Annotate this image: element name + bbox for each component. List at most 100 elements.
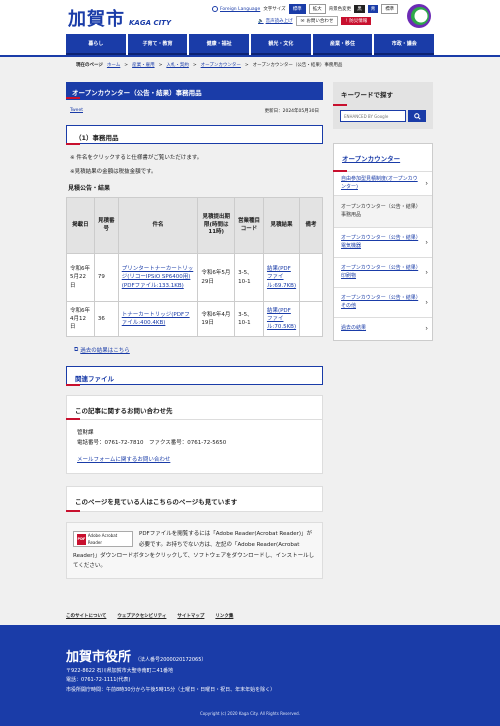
nav-living[interactable]: 暮らし (66, 34, 126, 56)
open-counter-menu-title[interactable]: オープンカウンター (333, 144, 432, 172)
adobe-reader-badge-label: Adobe Acrobat Reader (87, 532, 118, 546)
col-number: 見積番号 (93, 197, 119, 254)
sidebar-item-office-supplies[interactable]: オープンカウンター（公告・結果）事務用品 (334, 196, 432, 228)
site-header: 加賀市 KAGA CITY Foreign Language 文字サイズ 標準 … (0, 0, 500, 34)
footer-link-sitemap[interactable]: サイトマップ (177, 613, 204, 619)
color-black-button[interactable]: 黒 (354, 5, 365, 13)
sidebar-item-printed-matter[interactable]: オープンカウンター（公告・結果）印刷物 › (334, 258, 432, 288)
search-button[interactable] (408, 110, 426, 122)
city-hall-name: 加賀市役所 (66, 650, 132, 665)
section-heading-label: （1）事務用品 (75, 134, 119, 142)
chevron-right-icon: › (425, 268, 428, 277)
cell-code: 3-5、10-1 (234, 253, 264, 302)
nav-divider (0, 55, 500, 57)
main-content: オープンカウンター（公告・結果）事務用品 Tweet 更新日：2024年05月3… (66, 82, 323, 580)
section-heading-office-supplies: （1）事務用品 (66, 125, 323, 145)
search-input[interactable] (340, 110, 407, 122)
table-subheading: 見積公告・結果 (68, 185, 111, 192)
inquiry-title: この記事に関するお問い合わせ先 (66, 396, 322, 420)
cell-result: 結果(PDFファイル:69.7KB) (262, 253, 301, 302)
foreign-language-link[interactable]: Foreign Language (212, 6, 260, 12)
color-change-label: 背景色変更 (328, 7, 352, 12)
sidebar-item-past-results[interactable]: 過去の結果 › (334, 318, 432, 340)
related-files-label: 関連ファイル (75, 375, 114, 383)
search-icon (413, 112, 421, 120)
font-size-large-button[interactable]: 拡大 (308, 4, 326, 14)
footer-phone: 電話：0761-72-1111(代表) (66, 677, 131, 684)
nav-tourism[interactable]: 観光・文化 (251, 34, 311, 56)
sidebar-item-electrical[interactable]: オープンカウンター（公告・結果）電気機器 › (334, 228, 432, 258)
footer-org-name: 加賀市役所 （法人番号2000020172065） (66, 646, 206, 665)
emergency-info-button[interactable]: ! 防災情報 (341, 17, 372, 25)
heading-accent (333, 104, 347, 106)
breadcrumb-current-label: 現在のページ (76, 63, 103, 68)
open-counter-menu: オープンカウンター 自由参加型見積制度(オープンカウンター) › オープンカウン… (333, 143, 433, 341)
footer-link-accessibility[interactable]: ウェブアクセシビリティ (117, 613, 166, 619)
keyword-search-label: キーワードで探す (341, 91, 393, 99)
emergency-label: 防災情報 (349, 19, 368, 24)
breadcrumb-home[interactable]: ホーム (107, 62, 120, 68)
search-form (333, 106, 433, 129)
inquiry-button[interactable]: ✉ お問い合わせ (295, 16, 339, 26)
inquiry-phone-fax: 電話番号：0761-72-7810 ファクス番号：0761-72-5650 (77, 440, 227, 447)
footer-links: このサイトについて ウェブアクセシビリティ サイトマップ リンク集 (66, 613, 233, 619)
color-standard-button[interactable]: 標準 (381, 4, 399, 14)
sidebar-item-label: オープンカウンター（公告・結果）電気機器 (341, 234, 419, 249)
spec-pdf-link[interactable]: プリンタートナーカートリッジ(リコーIPSiO SP6400用)(PDFファイル… (122, 266, 194, 289)
heading-accent (66, 143, 80, 145)
cell-deadline: 令和6年4月19日 (197, 301, 236, 337)
past-results: ⧉ 過去の結果はこちら (66, 346, 323, 354)
sidebar-item-other[interactable]: オープンカウンター（公告・結果）その他 › (334, 288, 432, 318)
heading-accent (66, 510, 80, 513)
mail-icon: ✉ (300, 18, 305, 24)
past-results-link[interactable]: 過去の結果はこちら (80, 346, 130, 354)
cell-deadline: 令和6年5月29日 (197, 253, 236, 302)
heading-accent (66, 418, 80, 420)
spec-pdf-link[interactable]: トナーカートリッジ(PDFファイル:400.4KB) (122, 312, 190, 326)
result-pdf-link[interactable]: 結果(PDFファイル:70.5KB) (267, 308, 296, 331)
pdf-reader-notice: PDF Adobe Acrobat Reader PDFファイルを閲覧するには「… (66, 522, 323, 580)
site-logo[interactable]: 加賀市 KAGA CITY (68, 5, 171, 31)
cell-number: 79 (93, 253, 119, 302)
table-row: 令和6年4月12日 36 トナーカートリッジ(PDFファイル:400.4KB) … (66, 301, 323, 337)
results-table: 掲載日 見積番号 件名 見積提出期限(時間は11時) 営業種目コード 見積結果 … (66, 197, 323, 337)
pdf-icon: PDF (77, 533, 86, 545)
global-nav: 暮らし 子育て・教育 健康・福祉 観光・文化 産業・移住 市政・議会 (0, 34, 500, 56)
col-date: 掲載日 (66, 197, 95, 254)
chevron-right-icon: › (425, 238, 428, 247)
col-result: 見積結果 (262, 197, 301, 254)
nav-city-government[interactable]: 市政・議会 (374, 34, 435, 56)
font-size-standard-button[interactable]: 標準 (288, 4, 306, 14)
color-blue-button[interactable]: 青 (367, 5, 379, 13)
nav-childcare[interactable]: 子育て・教育 (127, 34, 188, 56)
cell-result: 結果(PDFファイル:70.5KB) (262, 301, 301, 337)
related-files-heading: 関連ファイル (66, 366, 323, 386)
adobe-reader-download-button[interactable]: PDF Adobe Acrobat Reader (73, 531, 133, 548)
logo-kanji: 加賀市 (68, 9, 125, 30)
mail-form-link[interactable]: メールフォームに関するお問い合わせ (77, 455, 312, 465)
result-pdf-link[interactable]: 結果(PDFファイル:69.7KB) (267, 266, 296, 289)
footer-link-about[interactable]: このサイトについて (66, 613, 106, 619)
nav-industry[interactable]: 産業・移住 (312, 34, 373, 56)
cell-remark (299, 253, 323, 302)
footer-link-links[interactable]: リンク集 (215, 613, 233, 619)
breadcrumb-bidding[interactable]: 入札・契約 (166, 62, 189, 68)
inquiry-title-label: この記事に関するお問い合わせ先 (75, 407, 173, 415)
page-title: オープンカウンター（公告・結果）事務用品 (66, 82, 323, 100)
copyright: Copyright (c) 2020 Kaga City. All Rights… (200, 711, 300, 716)
footer-info: 〒922-8622 石川県加賀市大聖寺南町ニ41番地 電話：0761-72-11… (66, 667, 275, 695)
breadcrumb-industry[interactable]: 産業・雇用 (132, 62, 155, 68)
meta-row: Tweet 更新日：2024年05月30日 (66, 108, 323, 114)
tweet-button[interactable]: Tweet (70, 108, 83, 114)
sidebar-item-open-counter-system[interactable]: 自由参加型見積制度(オープンカウンター) › (334, 172, 432, 196)
sidebar-item-label: オープンカウンター（公告・結果）事務用品 (341, 203, 419, 218)
read-aloud-link[interactable]: 🔈 音声読み上げ (258, 18, 293, 25)
see-also-label: このページを見ている人はこちらのページも見ています (75, 498, 238, 507)
title-accent (66, 97, 80, 99)
cell-remark (299, 301, 323, 337)
cell-date: 令和6年4月12日 (66, 301, 95, 337)
table-row: 令和6年5月22日 79 プリンタートナーカートリッジ(リコーIPSiO SP6… (66, 253, 323, 302)
nav-health[interactable]: 健康・福祉 (189, 34, 250, 56)
breadcrumb-open-counter[interactable]: オープンカウンター (201, 62, 241, 68)
city-emblem-icon (407, 4, 431, 28)
